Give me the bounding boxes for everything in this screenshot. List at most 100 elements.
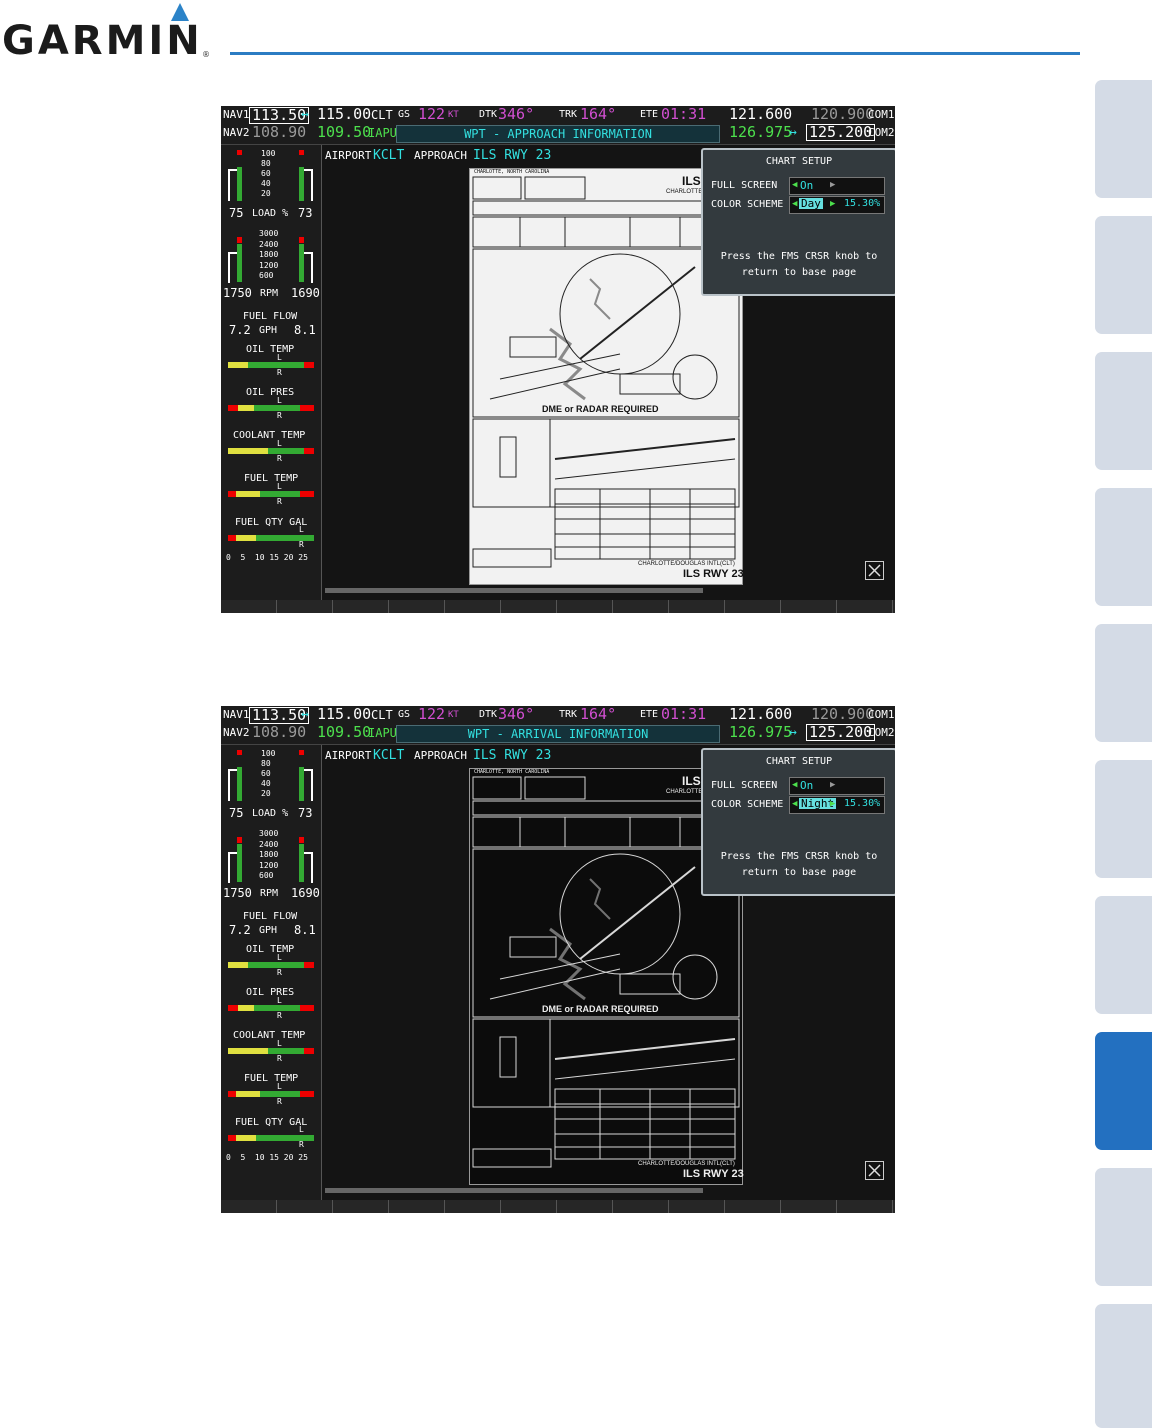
section-tab-1[interactable] [1095, 80, 1152, 198]
softkey-7[interactable] [557, 600, 613, 613]
mfd-screen-2: NAV1 113.50 ↔ 115.00 CLT NAV2 108.90 109… [221, 706, 895, 1213]
fuel-temp-marker-l: L [277, 1082, 282, 1091]
softkey-5[interactable] [445, 1200, 501, 1213]
softkey-2[interactable] [277, 600, 333, 613]
section-tab-5[interactable] [1095, 624, 1152, 742]
rpm-tick-1200: 1200 [259, 260, 279, 270]
approach-field[interactable]: ILS RWY 23 [473, 149, 551, 162]
color-scheme-left-arrow-icon: ◀ [792, 799, 798, 809]
nav2-ident: IAPU [368, 126, 397, 140]
chart-footer-title: ILS RWY 23 [683, 568, 744, 580]
airport-field[interactable]: KCLT [373, 749, 404, 762]
approach-label: APPROACH [414, 149, 467, 162]
load-right-value: 73 [298, 206, 313, 220]
chart-main-area: AIRPORT KCLT APPROACH ILS RWY 23 CHARLOT… [322, 745, 895, 1200]
softkey-9[interactable] [669, 600, 725, 613]
nav1-ident: CLT [371, 708, 393, 722]
rpm-tick-1800: 1800 [259, 850, 279, 859]
softkey-11[interactable] [781, 1200, 837, 1213]
softkey-10[interactable] [725, 600, 781, 613]
softkey-1[interactable] [221, 600, 277, 613]
nav2-active-freq[interactable]: 108.90 [252, 725, 306, 740]
section-tab-9[interactable] [1095, 1168, 1152, 1286]
ete-label: ETE [640, 109, 659, 120]
com1-standby-freq[interactable]: 120.900 [811, 707, 874, 722]
com2-standby-freq[interactable]: 125.200 [806, 124, 876, 141]
rpm-tick-3000: 3000 [259, 229, 279, 238]
softkey-3[interactable] [333, 1200, 389, 1213]
nav2-label: NAV2 [223, 126, 250, 139]
coolant-temp-label: COOLANT TEMP [233, 1030, 306, 1041]
section-tab-2[interactable] [1095, 216, 1152, 334]
section-tab-10[interactable] [1095, 1304, 1152, 1428]
nav1-standby-freq[interactable]: 115.00 [317, 707, 371, 722]
full-screen-selector[interactable]: ◀ On ▶ [789, 177, 885, 195]
rpm-right-pointer [304, 852, 313, 883]
softkey-4[interactable] [389, 600, 445, 613]
rpm-tick-600: 600 [259, 271, 274, 280]
horizontal-scrollbar[interactable] [325, 1188, 703, 1193]
close-chart-button[interactable] [865, 561, 884, 580]
coolant-temp-marker-l: L [277, 1039, 282, 1048]
section-tab-8-active[interactable] [1095, 1032, 1152, 1150]
top-status-bar: NAV1 113.50 ↔ 115.00 CLT NAV2 108.90 109… [221, 706, 895, 745]
load-label: LOAD % [252, 208, 289, 219]
softkey-5[interactable] [445, 600, 501, 613]
nav1-label: NAV1 [223, 708, 250, 721]
ete-label: ETE [640, 709, 659, 720]
load-left-redline [237, 150, 242, 155]
section-tab-6[interactable] [1095, 760, 1152, 878]
airport-field[interactable]: KCLT [373, 149, 404, 162]
com2-standby-freq[interactable]: 125.200 [806, 724, 876, 741]
com1-label: COM1 [868, 708, 895, 721]
softkey-3[interactable] [333, 600, 389, 613]
coolant-temp-marker-r: R [277, 1054, 282, 1063]
full-screen-right-arrow-icon: ▶ [830, 780, 836, 790]
gs-label: GS [398, 709, 411, 720]
softkey-12[interactable] [837, 1200, 893, 1213]
color-scheme-selector[interactable]: ◀ Night ▶ 15.30% [789, 796, 885, 814]
rpm-tick-1200: 1200 [259, 860, 279, 870]
ete-value: 01:31 [661, 106, 707, 123]
full-screen-selector[interactable]: ◀ On ▶ [789, 777, 885, 795]
softkey-2[interactable] [277, 1200, 333, 1213]
softkey-8[interactable] [613, 1200, 669, 1213]
horizontal-scrollbar[interactable] [325, 588, 703, 593]
nav2-standby-freq[interactable]: 109.50 [317, 125, 371, 140]
softkey-8[interactable] [613, 600, 669, 613]
softkey-11[interactable] [781, 600, 837, 613]
chart-header: CHARLOTTE, NORTH CAROLINA [474, 769, 550, 775]
softkey-6[interactable] [501, 1200, 557, 1213]
softkey-10[interactable] [725, 1200, 781, 1213]
coolant-temp-gauge [228, 448, 314, 454]
softkey-4[interactable] [389, 1200, 445, 1213]
com1-standby-freq[interactable]: 120.900 [811, 107, 874, 122]
color-scheme-pct: 15.30% [844, 198, 881, 209]
section-tab-3[interactable] [1095, 352, 1152, 470]
color-scheme-right-arrow-icon: ▶ [830, 199, 836, 209]
dtk-label: DTK [479, 709, 498, 720]
softkey-9[interactable] [669, 1200, 725, 1213]
nav2-standby-freq[interactable]: 109.50 [317, 725, 371, 740]
nav2-active-freq[interactable]: 108.90 [252, 125, 306, 140]
load-label: LOAD % [252, 808, 289, 819]
nav1-standby-freq[interactable]: 115.00 [317, 107, 371, 122]
com2-active-freq[interactable]: 126.975 [729, 725, 792, 740]
softkey-7[interactable] [557, 1200, 613, 1213]
full-screen-label: FULL SCREEN [711, 180, 778, 191]
com2-active-freq[interactable]: 126.975 [729, 125, 792, 140]
softkey-12[interactable] [837, 600, 893, 613]
color-scheme-selector[interactable]: ◀ Day ▶ 15.30% [789, 196, 885, 214]
com1-active-freq[interactable]: 121.600 [729, 107, 792, 122]
close-chart-button[interactable] [865, 1161, 884, 1180]
section-tab-7[interactable] [1095, 896, 1152, 1014]
oil-pres-gauge [228, 1005, 314, 1011]
approach-field[interactable]: ILS RWY 23 [473, 749, 551, 762]
section-tab-4[interactable] [1095, 488, 1152, 606]
coolant-temp-gauge [228, 1048, 314, 1054]
softkey-6[interactable] [501, 600, 557, 613]
com1-active-freq[interactable]: 121.600 [729, 707, 792, 722]
softkey-1[interactable] [221, 1200, 277, 1213]
oil-temp-marker-r: R [277, 968, 282, 977]
rpm-tick-3000: 3000 [259, 829, 279, 838]
